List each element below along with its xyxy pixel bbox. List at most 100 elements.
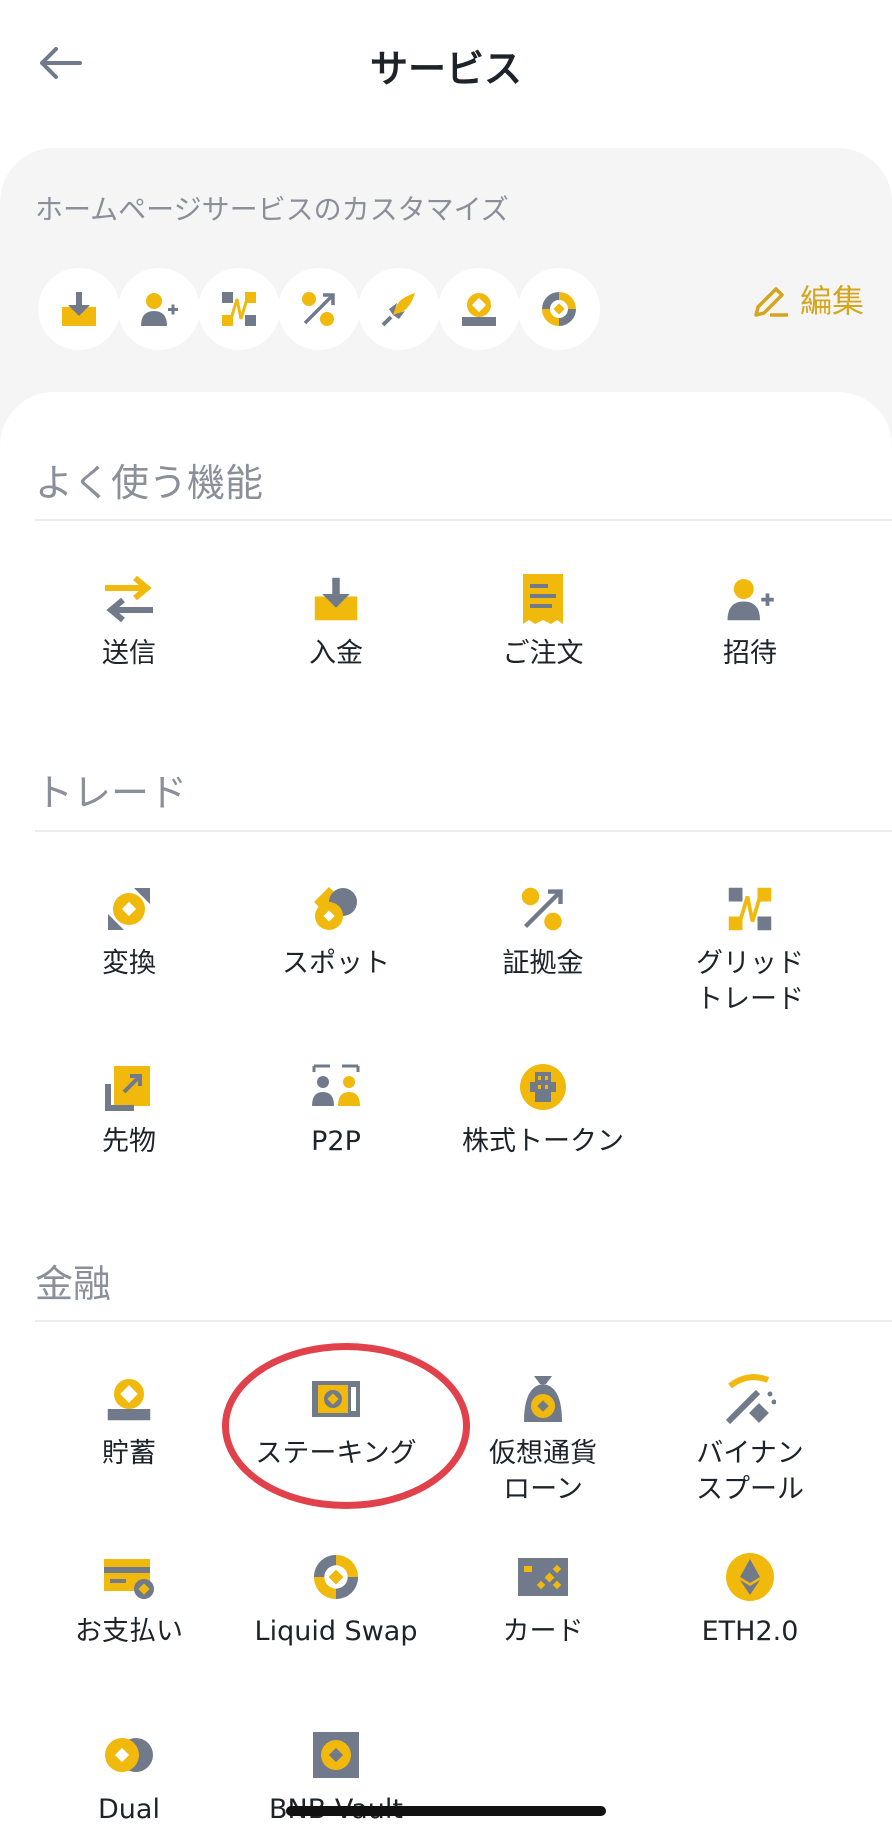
section-divider [35, 830, 892, 832]
service-icon-wrap [100, 1726, 158, 1784]
crypto-loan-icon [524, 1376, 562, 1422]
service-grid-trade[interactable]: グリッド トレード [650, 880, 850, 1018]
service-icon-wrap [307, 1370, 365, 1428]
service-liquid-swap[interactable]: Liquid Swap [236, 1548, 436, 1650]
service-label: 先物 [102, 1126, 156, 1157]
margin-icon [302, 292, 335, 326]
service-pay[interactable]: お支払い [29, 1548, 229, 1650]
pay-icon [104, 1559, 154, 1599]
service-futures[interactable]: 先物 [29, 1058, 229, 1160]
service-icon-wrap [100, 1548, 158, 1606]
staking-icon [312, 1381, 360, 1417]
grid-trade-icon [728, 887, 772, 931]
convert-icon [108, 888, 150, 930]
service-icon-wrap [100, 1370, 158, 1428]
section-title-trade: トレード [35, 771, 188, 815]
customize-label: ホームページサービスのカスタマイズ [35, 193, 509, 226]
invite-icon [727, 579, 774, 621]
spot-icon [314, 887, 357, 930]
service-orders[interactable]: ご注文 [443, 570, 643, 672]
service-convert[interactable]: 変換 [29, 880, 229, 982]
service-spot[interactable]: スポット [236, 880, 436, 982]
pool-icon [725, 1374, 776, 1425]
service-label: ETH2.0 [701, 1616, 799, 1647]
service-icon-wrap [721, 570, 779, 628]
service-label: 仮想通貨 ローン [489, 1438, 597, 1505]
service-pool[interactable]: バイナン スプール [650, 1370, 850, 1508]
service-label: ご注文 [502, 638, 584, 669]
service-invite[interactable]: 招待 [650, 570, 850, 672]
service-crypto-loan[interactable]: 仮想通貨 ローン [443, 1370, 643, 1508]
service-dual[interactable]: Dual [29, 1726, 229, 1828]
service-icon-wrap [100, 880, 158, 938]
quick-launchpad[interactable] [358, 268, 440, 350]
service-icon-wrap [514, 1058, 572, 1116]
p2p-icon [312, 1064, 360, 1106]
service-icon-wrap [307, 570, 365, 628]
service-label: Dual [98, 1794, 160, 1825]
service-icon-wrap [514, 880, 572, 938]
quick-deposit[interactable] [38, 268, 120, 350]
service-label: 送信 [102, 638, 156, 669]
service-icon-wrap [514, 570, 572, 628]
deposit-icon [62, 292, 96, 326]
quick-invite[interactable] [118, 268, 200, 350]
section-title-finance: 金融 [35, 1262, 112, 1306]
service-icon-wrap [307, 1058, 365, 1116]
section-divider [35, 519, 892, 521]
deposit-icon [314, 577, 358, 621]
transfer-icon [105, 575, 153, 623]
service-staking[interactable]: ステーキング [236, 1370, 436, 1472]
edit-button[interactable]: 編集 [750, 276, 864, 322]
margin-icon [521, 887, 563, 931]
service-savings[interactable]: 貯蓄 [29, 1370, 229, 1472]
service-stock-token[interactable]: 株式トークン [443, 1058, 643, 1160]
service-label: Liquid Swap [254, 1616, 418, 1647]
service-label: ステーキング [255, 1438, 417, 1469]
service-transfer[interactable]: 送信 [29, 570, 229, 672]
service-p2p[interactable]: P2P [236, 1058, 436, 1160]
service-icon-wrap [514, 1548, 572, 1606]
service-icon-wrap [307, 1726, 365, 1784]
top-bar: サービス [0, 0, 892, 125]
edit-pencil-icon [754, 287, 788, 317]
grid-trade-icon [222, 292, 256, 326]
home-indicator [286, 1806, 606, 1816]
savings-icon [107, 1379, 151, 1421]
section-title-frequent: よく使う機能 [35, 461, 264, 505]
service-label: カード [502, 1616, 584, 1647]
service-label: スポット [282, 948, 390, 979]
service-label: 株式トークン [462, 1126, 624, 1157]
service-label: 招待 [723, 638, 777, 669]
quick-savings[interactable] [438, 268, 520, 350]
launchpad-icon [381, 293, 415, 327]
invite-icon [141, 293, 178, 326]
service-icon-wrap [721, 1370, 779, 1428]
dual-icon [105, 1738, 153, 1772]
bnb-vault-icon [313, 1732, 359, 1778]
liquid-swap-icon [542, 292, 576, 326]
service-card[interactable]: カード [443, 1548, 643, 1650]
service-icon-wrap [721, 1548, 779, 1606]
quick-margin[interactable] [278, 268, 360, 350]
quick-liquid-swap[interactable] [518, 268, 600, 350]
service-label: 証拠金 [502, 948, 584, 979]
edit-label: 編集 [799, 282, 864, 320]
orders-icon [523, 574, 563, 624]
service-deposit[interactable]: 入金 [236, 570, 436, 672]
liquid-swap-icon [313, 1554, 359, 1600]
service-icon-wrap [100, 570, 158, 628]
quick-grid-trade[interactable] [198, 268, 280, 350]
service-label: P2P [311, 1126, 361, 1157]
savings-icon [462, 293, 496, 326]
service-icon-wrap [307, 880, 365, 938]
stock-token-icon [520, 1064, 566, 1110]
service-label: バイナン スプール [696, 1438, 804, 1505]
service-icon-wrap [307, 1548, 365, 1606]
service-eth2[interactable]: ETH2.0 [650, 1548, 850, 1650]
service-margin[interactable]: 証拠金 [443, 880, 643, 982]
service-icon-wrap [721, 880, 779, 938]
service-icon-wrap [514, 1370, 572, 1428]
service-label: 入金 [309, 638, 363, 669]
service-label: 変換 [102, 948, 156, 979]
